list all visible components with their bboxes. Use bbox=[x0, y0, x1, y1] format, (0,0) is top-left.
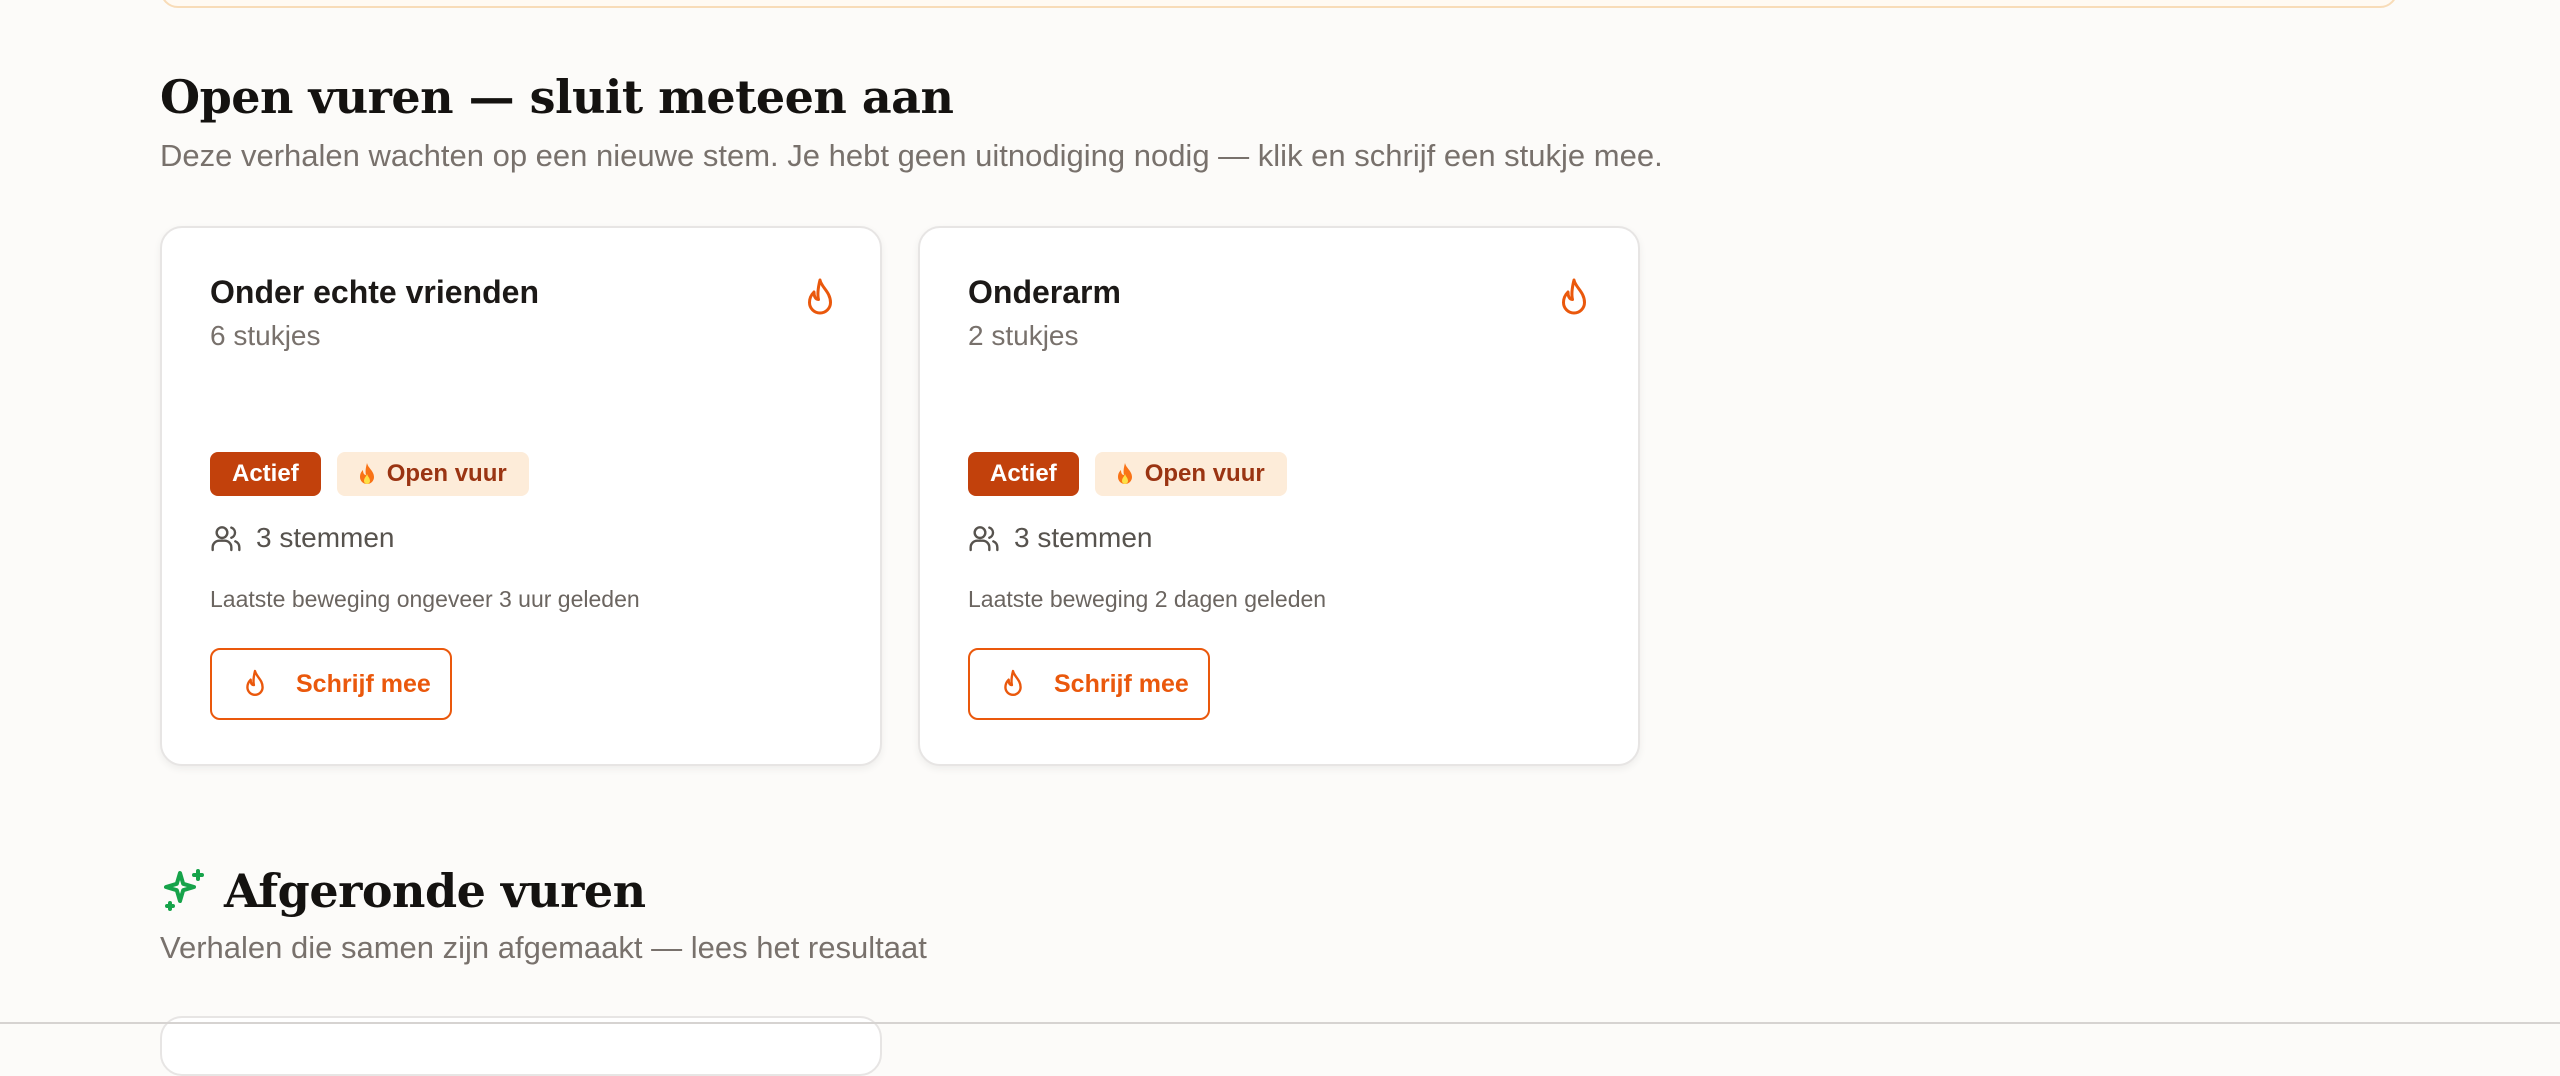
section-subtitle: Deze verhalen wachten op een nieuwe stem… bbox=[160, 138, 1663, 173]
last-activity: Laatste beweging ongeveer 3 uur geleden bbox=[210, 586, 640, 612]
flame-icon bbox=[1004, 669, 1022, 696]
section-title: Afgeronde vuren bbox=[224, 864, 646, 918]
flame-icon bbox=[246, 669, 264, 696]
finished-header: Afgeronde vuren Verhalen die samen zijn … bbox=[160, 864, 927, 966]
voices-label: 3 stemmen bbox=[1014, 522, 1153, 553]
story-card-partial[interactable] bbox=[160, 1016, 882, 1076]
story-title[interactable]: Onderarm bbox=[968, 274, 1121, 311]
flame-icon bbox=[1562, 278, 1586, 315]
voices-count: 3 stemmen bbox=[210, 522, 395, 554]
story-pieces-count: 2 stukjes bbox=[968, 320, 1079, 351]
status-badge-open-fire: Open vuur bbox=[1094, 452, 1287, 496]
story-title[interactable]: Onder echte vrienden bbox=[210, 274, 539, 311]
story-pieces-count: 6 stukjes bbox=[210, 320, 321, 351]
section-subtitle: Verhalen die samen zijn afgemaakt — lees… bbox=[160, 930, 927, 965]
badge-open-label: Open vuur bbox=[1144, 460, 1265, 487]
top-banner bbox=[160, 0, 2398, 8]
badge-group: Actief Open vuur bbox=[210, 452, 529, 496]
story-card[interactable]: Onderarm 2 stukjes Actief Open vuur 3 st… bbox=[918, 226, 1640, 766]
open-fires-header: Open vuren — sluit meteen aan Deze verha… bbox=[160, 70, 1663, 174]
badge-open-label: Open vuur bbox=[386, 460, 507, 487]
section-title: Open vuren — sluit meteen aan bbox=[160, 70, 954, 124]
status-badge-active: Actief bbox=[968, 452, 1079, 496]
write-along-button[interactable]: Schrijf mee bbox=[968, 648, 1210, 720]
sparkles-icon bbox=[164, 869, 204, 911]
status-badge-active: Actief bbox=[210, 452, 321, 496]
write-along-label: Schrijf mee bbox=[296, 669, 431, 698]
flame-icon bbox=[808, 278, 832, 315]
badge-group: Actief Open vuur bbox=[968, 452, 1287, 496]
last-activity: Laatste beweging 2 dagen geleden bbox=[968, 586, 1327, 612]
voices-count: 3 stemmen bbox=[968, 522, 1153, 554]
finished-title-row: Afgeronde vuren bbox=[160, 864, 927, 918]
fire-emoji-icon bbox=[1117, 463, 1132, 484]
write-along-label: Schrijf mee bbox=[1054, 669, 1189, 698]
voices-label: 3 stemmen bbox=[256, 522, 395, 553]
story-card[interactable]: Onder echte vrienden 6 stukjes Actief Op… bbox=[160, 226, 882, 766]
write-along-button[interactable]: Schrijf mee bbox=[210, 648, 452, 720]
users-icon bbox=[211, 526, 241, 552]
users-icon bbox=[969, 526, 999, 552]
status-badge-open-fire: Open vuur bbox=[336, 452, 529, 496]
fire-emoji-icon bbox=[359, 463, 374, 484]
